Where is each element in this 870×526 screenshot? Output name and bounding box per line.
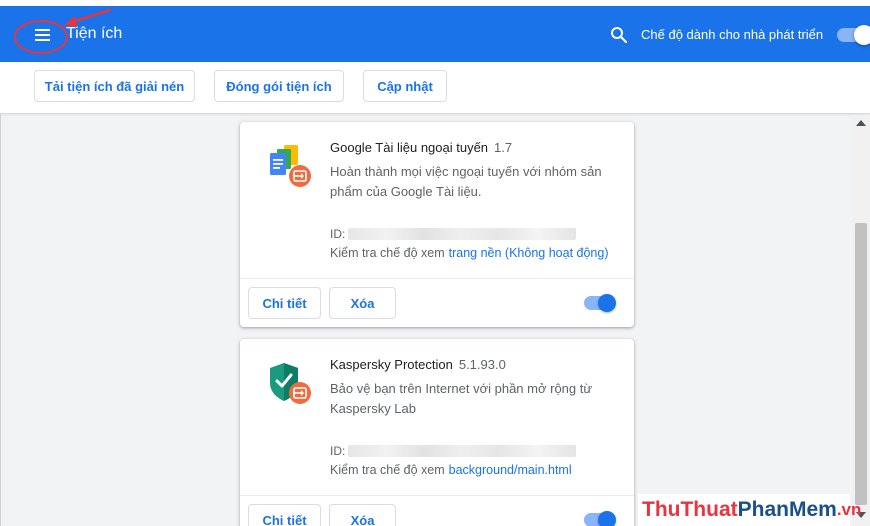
inspect-view-link[interactable]: background/main.html (449, 463, 572, 477)
extension-id: ID: (330, 444, 577, 458)
window-left-edge (0, 114, 1, 526)
developer-mode-label: Chế độ dành cho nhà phát triển (641, 27, 824, 42)
blurred-id (348, 228, 577, 240)
watermark-logo: ThuThuat PhanMem .vn (638, 494, 861, 526)
extension-name: Google Tài liệu ngoại tuyến 1.7 (330, 140, 513, 155)
details-button[interactable]: Chi tiết (248, 287, 321, 319)
search-icon[interactable] (610, 26, 628, 44)
pack-extension-button[interactable]: Đóng gói tiện ích (214, 70, 344, 102)
update-button[interactable]: Cập nhật (363, 70, 447, 102)
toolbar: Tải tiện ích đã giải nén Đóng gói tiện í… (0, 62, 870, 114)
scrollbar[interactable] (852, 115, 870, 526)
page-title: Tiện ích (66, 25, 123, 42)
extension-card-kaspersky: Kaspersky Protection 5.1.93.0 Bảo vệ bạn … (240, 339, 634, 526)
remove-button[interactable]: Xóa (329, 504, 396, 526)
kaspersky-shield-icon (270, 363, 311, 404)
extension-version: 5.1.93.0 (458, 357, 506, 372)
inspect-view-link[interactable]: trang nền (Không hoạt động) (449, 246, 609, 260)
inspect-views: Kiểm tra chế độ xem trang nền (Không hoạt… (330, 246, 609, 260)
google-docs-offline-icon (270, 145, 311, 187)
extension-id: ID: (330, 227, 577, 241)
extension-version: 1.7 (494, 140, 513, 155)
developer-mode-toggle[interactable] (837, 25, 870, 45)
card-divider (240, 278, 634, 279)
scroll-thumb[interactable] (855, 223, 867, 505)
card-divider (240, 495, 634, 496)
inspect-views: Kiểm tra chế độ xem background/main.html (330, 463, 572, 477)
extension-enable-toggle[interactable] (584, 511, 616, 526)
extension-enable-toggle[interactable] (584, 294, 616, 312)
extension-card-google-docs: Google Tài liệu ngoại tuyến 1.7 Hoàn thàn… (240, 122, 634, 327)
scroll-up-arrow-icon[interactable] (856, 120, 866, 126)
extension-description: Hoàn thành mọi việc ngoại tuyến với nhóm… (330, 164, 602, 199)
blurred-id (348, 445, 577, 457)
load-unpacked-button[interactable]: Tải tiện ích đã giải nén (34, 70, 195, 102)
extension-name: Kaspersky Protection 5.1.93.0 (330, 357, 506, 372)
details-button[interactable]: Chi tiết (248, 504, 321, 526)
extensions-header: Tiện ích Chế độ dành cho nhà phát triển (0, 6, 870, 62)
remove-button[interactable]: Xóa (329, 287, 396, 319)
extension-description: Bảo vệ bạn trên Internet với phần mở rộn… (330, 381, 593, 416)
menu-icon[interactable] (30, 22, 56, 48)
